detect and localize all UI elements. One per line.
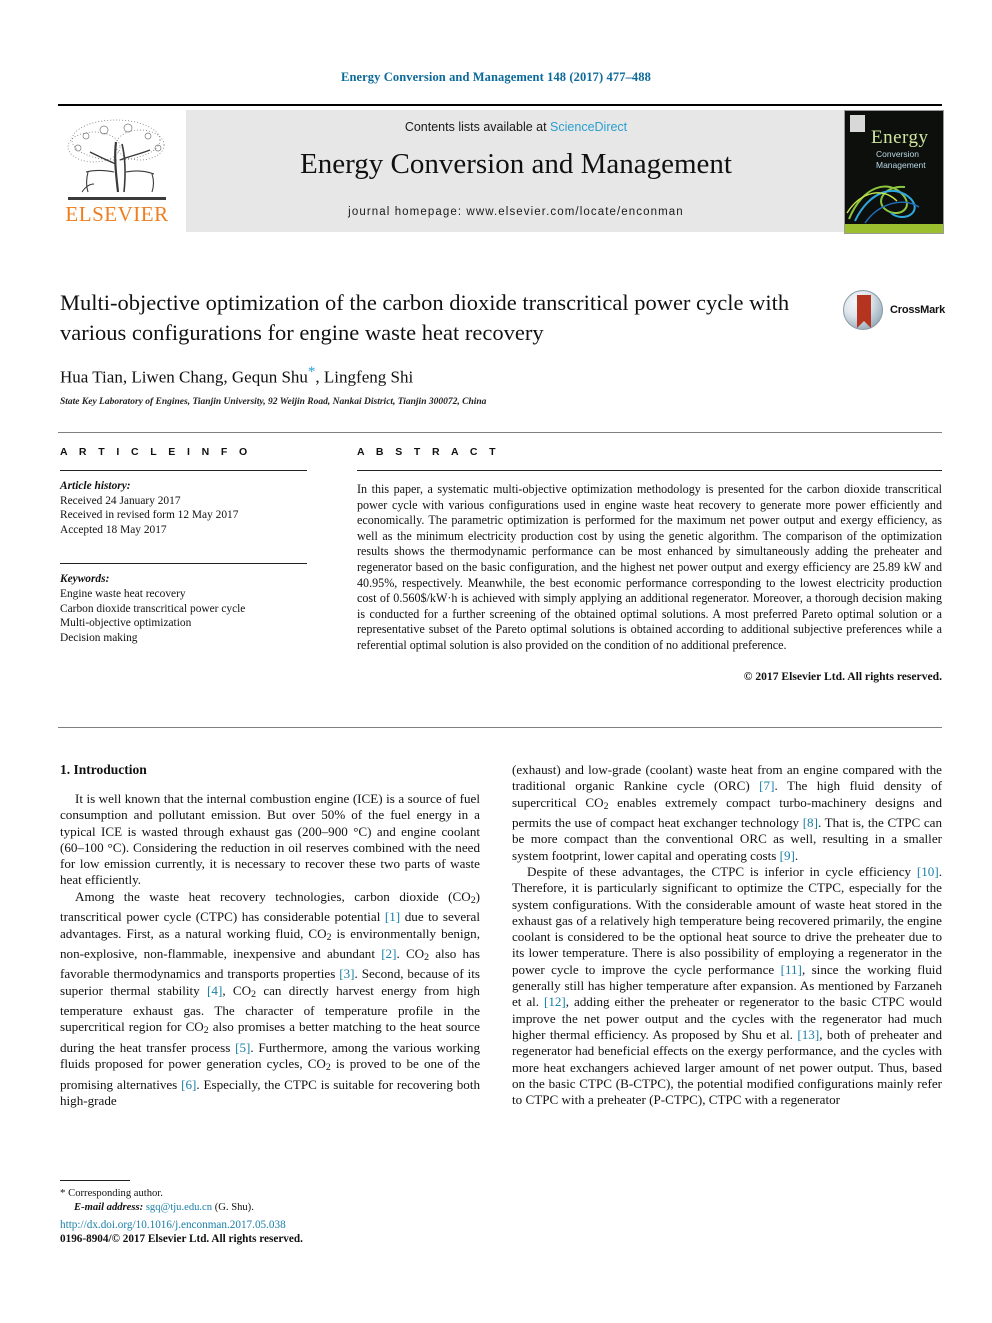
email-tail: (G. Shu). <box>214 1201 254 1213</box>
asterisk-icon: * <box>60 1187 66 1199</box>
elsevier-tree-base <box>68 197 166 200</box>
page-footer: http://dx.doi.org/10.1016/j.enconman.201… <box>60 1218 560 1246</box>
doi-link[interactable]: http://dx.doi.org/10.1016/j.enconman.201… <box>60 1218 560 1232</box>
email-link[interactable]: sgq@tju.edu.cn <box>146 1202 212 1213</box>
abstract-rule <box>357 470 942 471</box>
author-names: Hua Tian, Liwen Chang, Gequn Shu <box>60 367 308 387</box>
article-history-item: Received 24 January 2017 <box>60 494 181 507</box>
running-head: Energy Conversion and Management 148 (20… <box>341 70 651 84</box>
abstract-heading: A B S T R A C T <box>357 446 500 458</box>
keywords-rule <box>60 563 307 565</box>
journal-homepage-line[interactable]: journal homepage: www.elsevier.com/locat… <box>186 206 846 218</box>
keyword-item: Carbon dioxide transcritical power cycle <box>60 602 246 615</box>
citation-ref[interactable]: [6] <box>181 1077 196 1092</box>
corresponding-author-text: Corresponding author. <box>68 1188 163 1199</box>
cover-swoosh-graphic <box>846 185 920 224</box>
keywords-group: Keywords: Engine waste heat recovery Car… <box>60 572 307 645</box>
article-info-column: A R T I C L E I N F O Article history: R… <box>60 446 307 645</box>
affiliation: State Key Laboratory of Engines, Tianjin… <box>60 396 487 407</box>
email-label: E-mail address: <box>74 1201 144 1213</box>
cover-title: Energy <box>871 127 929 148</box>
article-history-group: Article history: Received 24 January 201… <box>60 479 307 537</box>
citation-ref[interactable]: [7] <box>759 778 774 793</box>
page-title: Multi-objective optimization of the carb… <box>60 290 790 345</box>
paragraph-right-1: (exhaust) and low-grade (coolant) waste … <box>512 762 943 863</box>
footnote-block: * Corresponding author. E-mail address: … <box>60 1180 480 1214</box>
elsevier-tree-icon <box>64 114 170 200</box>
elsevier-wordmark: ELSEVIER <box>65 202 169 226</box>
crossmark-circle-icon <box>843 290 883 330</box>
citation-ref[interactable]: [13] <box>797 1027 819 1042</box>
paper-page: Energy Conversion and Management 148 (20… <box>0 0 992 1323</box>
journal-cover-thumbnail: Energy Conversion Management <box>844 110 944 234</box>
keyword-item: Engine waste heat recovery <box>60 587 186 600</box>
keyword-item: Multi-objective optimization <box>60 617 192 630</box>
abstract-column: A B S T R A C T In this paper, a systema… <box>357 446 942 683</box>
crossmark-flag-icon <box>857 295 871 328</box>
citation-ref[interactable]: [1] <box>385 909 400 924</box>
citation-ref[interactable]: [12] <box>544 994 566 1009</box>
article-info-rule <box>60 470 307 471</box>
paragraph-left-1: It is well known that the internal combu… <box>60 791 480 888</box>
citation-ref[interactable]: [10] <box>917 864 939 879</box>
copyright-line: © 2017 Elsevier Ltd. All rights reserved… <box>743 669 942 683</box>
body-column-left: 1. Introduction It is well known that th… <box>60 762 480 1109</box>
contents-available-line: Contents lists available at ScienceDirec… <box>186 120 846 134</box>
article-history-item: Accepted 18 May 2017 <box>60 523 167 536</box>
masthead-top-rule <box>58 104 942 106</box>
citation-ref[interactable]: [11] <box>781 962 802 977</box>
title-block: Multi-objective optimization of the carb… <box>60 288 825 407</box>
crossmark-label: CrossMark <box>890 304 946 316</box>
paragraph-left-2: Among the waste heat recovery technologi… <box>60 888 481 1108</box>
citation-ref[interactable]: [4] <box>207 983 222 998</box>
sciencedirect-link[interactable]: ScienceDirect <box>550 120 627 134</box>
abstract-section-top-rule <box>58 432 942 433</box>
article-history-label: Article history: <box>60 480 131 492</box>
body-column-right: (exhaust) and low-grade (coolant) waste … <box>512 762 942 1108</box>
journal-title: Energy Conversion and Management <box>300 148 732 180</box>
citation-ref[interactable]: [2] <box>381 946 396 961</box>
abstract-section-bottom-rule <box>58 727 942 728</box>
masthead-center-panel: Contents lists available at ScienceDirec… <box>186 110 846 232</box>
author-list: Hua Tian, Liwen Chang, Gequn Shu*, Lingf… <box>60 364 825 388</box>
keywords-label: Keywords: <box>60 573 110 586</box>
footnote-rule <box>60 1180 130 1181</box>
crossmark-badge[interactable]: CrossMark <box>843 290 945 332</box>
cover-subtitle-1: Conversion <box>876 149 919 159</box>
contents-prefix: Contents lists available at <box>404 120 551 134</box>
article-history-item: Received in revised form 12 May 2017 <box>60 509 239 522</box>
keyword-item: Decision making <box>60 631 138 644</box>
citation-ref[interactable]: [9] <box>780 848 795 863</box>
citation-ref[interactable]: [3] <box>339 966 354 981</box>
paragraph-right-2: Despite of these advantages, the CTPC is… <box>512 863 942 1108</box>
corresponding-author-note: * Corresponding author. <box>60 1187 480 1201</box>
journal-masthead: ELSEVIER Contents lists available at Sci… <box>58 104 944 234</box>
email-note: E-mail address: sgq@tju.edu.cn (G. Shu). <box>60 1201 480 1215</box>
cover-elsevier-mark-icon <box>850 115 865 132</box>
citation-ref[interactable]: [8] <box>803 815 818 830</box>
cover-footer-band <box>845 224 943 233</box>
citation-ref[interactable]: [5] <box>235 1040 250 1055</box>
elsevier-logo: ELSEVIER <box>58 110 176 232</box>
abstract-text: In this paper, a systematic multi-object… <box>357 482 942 652</box>
article-info-heading: A R T I C L E I N F O <box>60 446 252 458</box>
issn-copyright-line: 0196-8904/© 2017 Elsevier Ltd. All right… <box>60 1233 303 1245</box>
author-names-tail: , Lingfeng Shi <box>315 367 414 387</box>
section-title-introduction: 1. Introduction <box>60 762 147 777</box>
